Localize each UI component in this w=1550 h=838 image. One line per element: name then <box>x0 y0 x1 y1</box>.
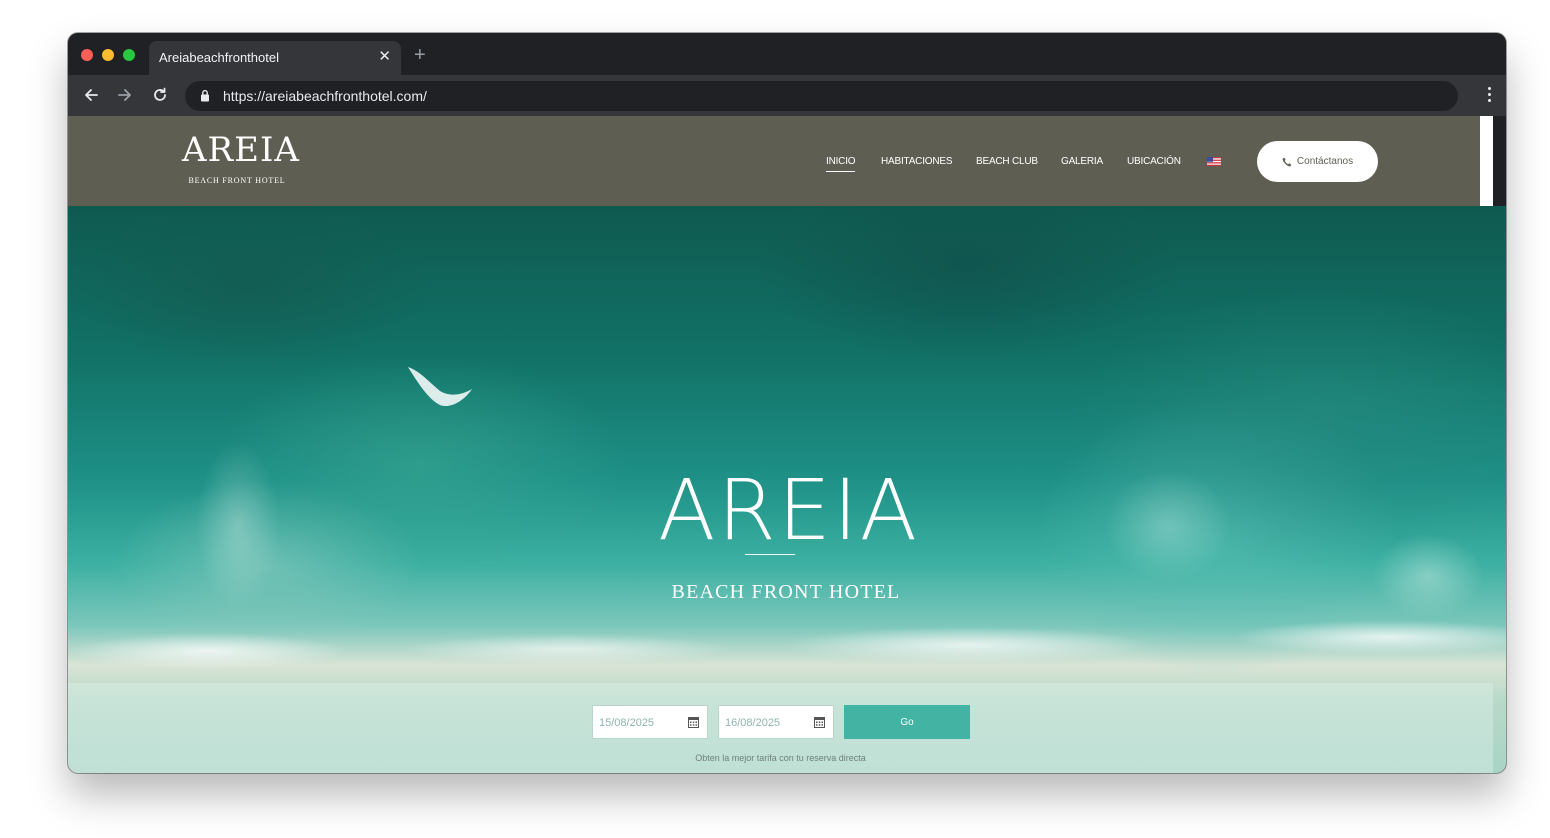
forward-button[interactable] <box>112 82 138 108</box>
hero-subtitle: BEACH FRONT HOTEL <box>671 581 901 603</box>
booking-bar: 15/08/2025 16/08/2025 Go Obten la mejor … <box>68 683 1493 773</box>
web-page: AREIA BEACH FRONT HOTEL INICIO HABITACIO… <box>68 116 1506 773</box>
nav-inicio[interactable]: INICIO <box>826 156 856 172</box>
boat-wake-image <box>408 367 472 407</box>
logo-subtitle: BEACH FRONT HOTEL <box>188 176 286 185</box>
calendar-icon <box>814 717 825 728</box>
tab-title: Areiabeachfronthotel <box>159 50 279 65</box>
us-flag-icon[interactable] <box>1207 157 1221 166</box>
checkin-date-field[interactable]: 15/08/2025 <box>592 705 708 739</box>
calendar-icon <box>688 717 699 728</box>
phone-icon <box>1282 157 1292 166</box>
hero-title: AREIA <box>658 461 920 559</box>
go-button[interactable]: Go <box>844 705 970 739</box>
maximize-window-button[interactable] <box>123 49 135 61</box>
url-text: https://areiabeachfronthotel.com/ <box>223 88 427 104</box>
wave-foam <box>68 611 1506 681</box>
nav-habitaciones[interactable]: HABITACIONES <box>881 156 953 174</box>
browser-window: Areiabeachfronthotel ✕ + https://areiabe… <box>68 33 1506 773</box>
hero-section: AREIA BEACH FRONT HOTEL 15/08/2025 16/08… <box>68 206 1506 773</box>
contact-label: Contáctanos <box>1296 156 1354 167</box>
address-bar[interactable]: https://areiabeachfronthotel.com/ <box>185 81 1458 111</box>
contact-button[interactable]: Contáctanos <box>1257 141 1378 182</box>
browser-toolbar: https://areiabeachfronthotel.com/ <box>68 75 1506 116</box>
tab-strip: Areiabeachfronthotel ✕ + <box>68 33 1506 75</box>
checkout-date-field[interactable]: 16/08/2025 <box>718 705 834 739</box>
nav-galeria[interactable]: GALERIA <box>1061 156 1103 174</box>
minimize-window-button[interactable] <box>102 49 114 61</box>
site-logo[interactable]: AREIA BEACH FRONT HOTEL <box>182 130 300 185</box>
reload-button[interactable] <box>147 82 173 108</box>
reload-icon <box>154 87 166 101</box>
arrow-right-icon <box>118 89 131 101</box>
new-tab-button[interactable]: + <box>414 45 426 65</box>
browser-tab[interactable]: Areiabeachfronthotel ✕ <box>149 41 401 75</box>
hero-divider <box>745 554 795 555</box>
close-tab-icon[interactable]: ✕ <box>378 47 391 67</box>
nav-beach-club[interactable]: BEACH CLUB <box>976 156 1038 174</box>
arrow-left-icon <box>85 89 98 101</box>
site-header: AREIA BEACH FRONT HOTEL INICIO HABITACIO… <box>68 116 1493 206</box>
lock-icon <box>201 89 209 102</box>
booking-promo-text: Obten la mejor tarifa con tu reserva dir… <box>695 753 866 763</box>
logo-word: AREIA <box>182 130 300 170</box>
close-window-button[interactable] <box>81 49 93 61</box>
nav-ubicacion[interactable]: UBICACIÓN <box>1127 156 1181 174</box>
checkout-date-value: 16/08/2025 <box>725 717 781 729</box>
back-button[interactable] <box>78 82 104 108</box>
checkin-date-value: 15/08/2025 <box>599 717 655 729</box>
hero-logo: AREIA BEACH FRONT HOTEL <box>658 461 920 604</box>
scrollbar[interactable] <box>1480 116 1493 206</box>
browser-menu-icon[interactable] <box>1488 87 1492 105</box>
